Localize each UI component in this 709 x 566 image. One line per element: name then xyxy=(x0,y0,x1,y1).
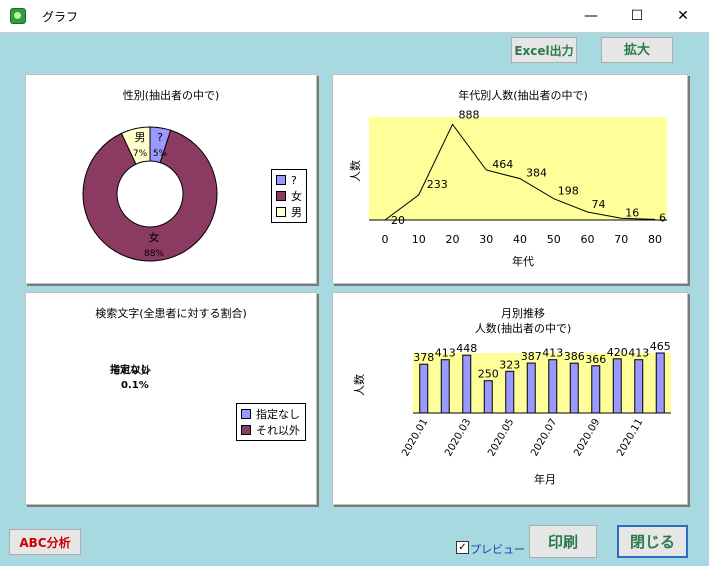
month-bar-label: 323 xyxy=(499,358,520,371)
month-bar-label: 250 xyxy=(478,368,499,381)
legend-item-unspecified: 指定なし xyxy=(241,406,301,422)
minimize-button[interactable]: — xyxy=(576,4,606,28)
month-bar-label: 420 xyxy=(607,346,628,359)
slice-label-female-pct: 88% xyxy=(144,249,164,259)
age-data-label: 384 xyxy=(526,167,547,180)
search-term-chart-panel: 検索文字(全患者に対する割合) 指定なし それ以外 0.1% 指定なし それ以外 xyxy=(25,292,317,505)
month-bar-label: 378 xyxy=(413,351,434,364)
window-title: グラフ xyxy=(42,10,79,24)
month-bar xyxy=(462,354,472,414)
preview-label: プレビュー xyxy=(470,543,525,556)
age-x-tick: 30 xyxy=(479,233,493,246)
slice-label-unknown-name: ? xyxy=(157,131,163,144)
month-bar-label: 413 xyxy=(435,347,456,360)
age-x-tick: 20 xyxy=(446,233,460,246)
month-bar-label: 413 xyxy=(628,347,649,360)
gender-legend: ? 女 男 xyxy=(271,169,307,223)
age-x-axis-label: 年代 xyxy=(512,254,534,268)
search-value-label: 0.1% xyxy=(121,380,149,391)
legend-item-female: 女 xyxy=(276,188,302,204)
monthly-x-axis-label: 年月 xyxy=(534,472,556,486)
age-data-label: 233 xyxy=(427,178,448,191)
age-x-tick: 80 xyxy=(648,233,662,246)
age-data-label: 888 xyxy=(459,108,480,121)
search-legend: 指定なし それ以外 xyxy=(236,403,306,441)
overlap-label-other: それ以外 xyxy=(111,364,151,377)
app-icon xyxy=(10,8,26,24)
age-y-axis-label: 人数 xyxy=(349,160,362,182)
month-bar xyxy=(505,370,515,414)
legend-item-unknown: ? xyxy=(276,172,302,188)
monthly-chart-subtitle: 人数(抽出者の中で) xyxy=(475,321,572,335)
age-x-tick: 40 xyxy=(513,233,527,246)
month-bar xyxy=(440,359,450,414)
age-chart-title: 年代別人数(抽出者の中で) xyxy=(458,88,588,102)
month-bar-label: 465 xyxy=(650,340,671,353)
month-x-tick: 2020.11 xyxy=(615,417,645,458)
legend-item-other: それ以外 xyxy=(241,422,301,438)
zoom-button[interactable]: 拡大 xyxy=(601,37,673,63)
age-x-tick: 70 xyxy=(614,233,628,246)
age-data-label: 198 xyxy=(558,185,579,198)
month-x-tick: 2020.09 xyxy=(572,417,602,458)
monthly-plot-area xyxy=(413,353,671,413)
abc-analysis-button[interactable]: ABC分析 xyxy=(9,529,81,555)
month-x-tick: 2020.05 xyxy=(486,417,516,458)
month-bar-label: 413 xyxy=(542,347,563,360)
month-bar xyxy=(591,365,601,414)
age-data-label: 20 xyxy=(391,214,405,227)
month-bar-label: 387 xyxy=(521,350,542,363)
age-chart-panel: 年代別人数(抽出者の中で) 0 10 20 30 40 50 60 70 80 20 233 888 4… xyxy=(332,74,688,284)
month-bar xyxy=(655,352,665,414)
gender-chart-title: 性別(抽出者の中で) xyxy=(123,88,220,102)
title-bar: グラフ — ☐ ✕ xyxy=(0,0,709,33)
age-x-tick: 10 xyxy=(412,233,426,246)
age-data-label: 16 xyxy=(625,206,639,219)
age-plot-area xyxy=(369,117,667,220)
month-x-tick: 2020.07 xyxy=(529,417,559,458)
slice-label-unknown-pct: 5% xyxy=(153,149,168,159)
age-x-tick: 60 xyxy=(581,233,595,246)
age-data-label: 74 xyxy=(592,198,606,211)
month-bar xyxy=(483,380,493,414)
close-button[interactable]: 閉じる xyxy=(617,525,688,558)
month-bar-label: 448 xyxy=(456,342,477,355)
month-bar xyxy=(419,363,429,414)
age-line-chart: 年代別人数(抽出者の中で) 0 10 20 30 40 50 60 70 80 20 233 888 4… xyxy=(349,88,667,268)
age-x-tick: 50 xyxy=(547,233,561,246)
slice-label-male-name: 男 xyxy=(135,131,146,144)
monthly-y-axis-label: 人数 xyxy=(353,374,366,396)
monthly-chart-panel: 月別推移 人数(抽出者の中で) 378 413 448 250 323 387 413 386… xyxy=(332,292,688,505)
slice-label-male-pct: 7% xyxy=(133,149,148,159)
close-window-button[interactable]: ✕ xyxy=(668,4,698,28)
age-data-label: 6 xyxy=(659,211,666,224)
month-bar-label: 386 xyxy=(564,350,585,363)
search-term-chart: 検索文字(全患者に対する割合) 指定なし それ以外 0.1% xyxy=(95,306,247,391)
month-bar xyxy=(526,362,536,414)
excel-export-button[interactable]: Excel出力 xyxy=(511,37,577,63)
legend-item-male: 男 xyxy=(276,204,302,220)
month-bar xyxy=(569,362,579,414)
print-button[interactable]: 印刷 xyxy=(529,525,597,558)
slice-label-female-name: 女 xyxy=(149,230,160,244)
monthly-chart-title: 月別推移 xyxy=(501,306,545,320)
month-x-tick: 2020.01 xyxy=(400,417,430,458)
month-x-tick: 2020.03 xyxy=(443,417,473,458)
search-chart-title: 検索文字(全患者に対する割合) xyxy=(95,306,247,320)
gender-chart-panel: 性別(抽出者の中で) 男 7% ? 5% 女 88% ? 女 男 xyxy=(25,74,317,284)
age-data-label: 464 xyxy=(492,158,513,171)
month-bar xyxy=(612,358,622,414)
preview-checkbox[interactable]: ✓ xyxy=(456,541,469,554)
month-bar-label: 366 xyxy=(585,353,606,366)
month-bar xyxy=(548,359,558,414)
monthly-bar-chart: 月別推移 人数(抽出者の中で) 378 413 448250323387 413 386… xyxy=(353,306,671,486)
maximize-button[interactable]: ☐ xyxy=(622,4,652,28)
month-bar xyxy=(634,359,644,414)
age-x-tick: 0 xyxy=(382,233,389,246)
